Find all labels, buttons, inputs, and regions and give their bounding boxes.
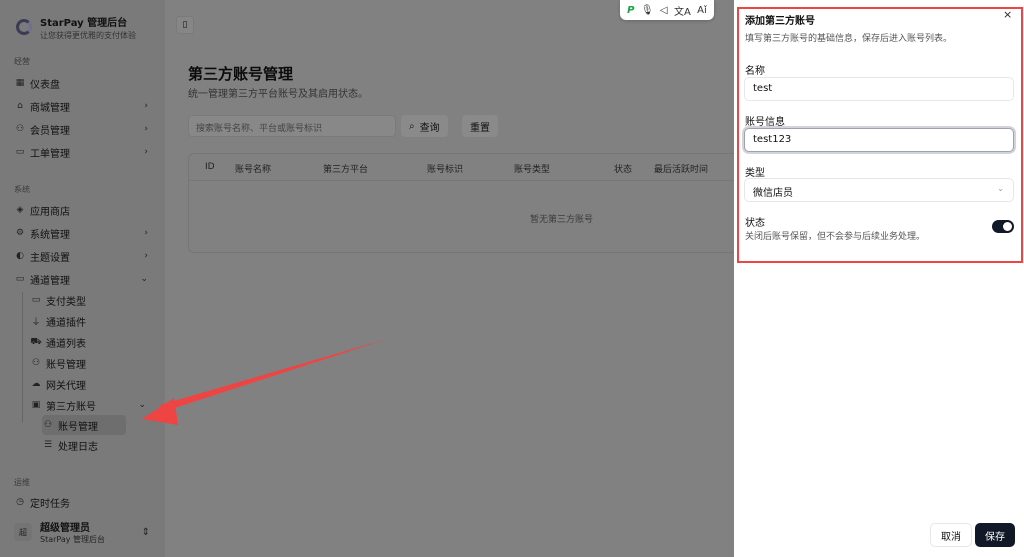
name-field[interactable]: test [744, 77, 1014, 101]
type-select-value: 微信店员 [753, 188, 793, 199]
save-button[interactable]: 保存 [975, 523, 1015, 547]
type-label: 类型 [745, 168, 765, 179]
type-select[interactable]: 微信店员 ⌄ [744, 178, 1014, 202]
name-label: 名称 [745, 66, 765, 77]
drawer-title: 添加第三方账号 [745, 16, 815, 27]
status-description: 关闭后账号保留，但不会参与后续业务处理。 [745, 232, 926, 242]
arrow-head [142, 398, 178, 425]
toggle-knob [1003, 222, 1012, 231]
status-label: 状态 [745, 218, 765, 229]
account-info-label: 账号信息 [745, 117, 785, 128]
annotation-arrow [142, 338, 390, 425]
status-toggle[interactable] [992, 220, 1014, 233]
account-info-field[interactable]: test123 [744, 128, 1014, 152]
chevron-down-icon: ⌄ [997, 184, 1004, 193]
arrow-shaft [160, 338, 390, 412]
drawer-description: 填写第三方账号的基础信息，保存后进入账号列表。 [745, 34, 953, 44]
cancel-button[interactable]: 取消 [930, 523, 972, 547]
close-icon[interactable]: × [1003, 8, 1012, 21]
